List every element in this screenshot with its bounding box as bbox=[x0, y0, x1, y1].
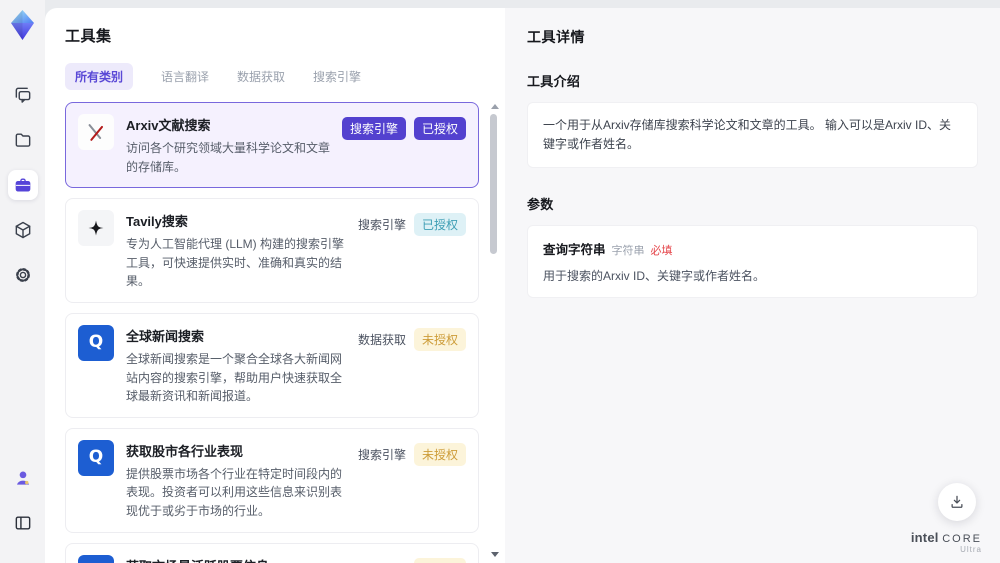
status-badge: 已授权 bbox=[413, 213, 466, 237]
tool-name: 全球新闻搜索 bbox=[126, 328, 205, 344]
param-card: 查询字符串 字符串 必填 用于搜索的Arxiv ID、关键字或作者姓名。 bbox=[527, 225, 978, 299]
tool-body: 获取市场最活跃股票信息 提供当天交易量最高的股票列表。投资者可以利用这些信息来识… bbox=[126, 555, 348, 563]
left-rail bbox=[0, 0, 45, 563]
chat-icon[interactable] bbox=[8, 80, 38, 110]
tool-name: 获取股市各行业表现 bbox=[126, 443, 244, 459]
param-description: 用于搜索的Arxiv ID、关键字或作者姓名。 bbox=[543, 269, 766, 284]
download-icon bbox=[951, 495, 963, 508]
tool-name: Tavily搜索 bbox=[126, 214, 188, 230]
tool-tags: 搜索引擎 已授权 bbox=[357, 210, 466, 237]
core-wordmark: CORE bbox=[942, 532, 982, 545]
tool-body: 全球新闻搜索 全球新闻搜索是一个聚合全球各大新闻网站内容的搜索引擎，帮助用户快速… bbox=[126, 325, 348, 406]
tool-tags: 数据获取 未授权 bbox=[358, 325, 466, 351]
tab-all-categories[interactable]: 所有类别 bbox=[65, 63, 134, 90]
panel-toggle-icon[interactable] bbox=[8, 508, 38, 538]
tool-name: 获取市场最活跃股票信息 bbox=[126, 556, 348, 563]
tab-language-translation[interactable]: 语言翻译 bbox=[161, 68, 209, 85]
intel-wordmark: intel bbox=[910, 529, 939, 545]
tool-tags: 搜索引擎 已授权 bbox=[341, 114, 466, 140]
tool-list: Arxiv文献搜索 访问各个研究领域大量科学论文和文章的存储库。 搜索引擎 已授… bbox=[65, 102, 505, 563]
tool-card-arxiv[interactable]: Arxiv文献搜索 访问各个研究领域大量科学论文和文章的存储库。 搜索引擎 已授… bbox=[65, 102, 479, 189]
intro-card: 一个用于从Arxiv存储库搜索科学论文和文章的工具。 输入可以是Arxiv ID… bbox=[527, 102, 978, 169]
scroll-down-arrow-icon[interactable] bbox=[491, 552, 499, 557]
category-badge: 搜索引擎 bbox=[357, 218, 406, 233]
tool-body: 获取股市各行业表现 提供股票市场各个行业在特定时间段内的表现。投资者可以利用这些… bbox=[126, 440, 348, 521]
tool-card-active-stocks[interactable]: Q 获取市场最活跃股票信息 提供当天交易量最高的股票列表。投资者可以利用这些信息… bbox=[65, 542, 479, 563]
intro-heading: 工具介绍 bbox=[527, 74, 581, 89]
category-tabs: 所有类别 语言翻译 数据获取 搜索引擎 bbox=[65, 63, 505, 90]
download-button[interactable] bbox=[938, 483, 976, 521]
params-heading: 参数 bbox=[527, 197, 554, 213]
tool-description: 访问各个研究领域大量科学论文和文章的存储库。 bbox=[126, 141, 331, 174]
tab-search-engine[interactable]: 搜索引擎 bbox=[313, 68, 361, 85]
category-badge: 搜索引擎 bbox=[358, 558, 406, 563]
arxiv-logo-icon bbox=[78, 114, 114, 150]
tool-description: 专为人工智能代理 (LLM) 构建的搜索引擎工具，可快速提供实时、准确和真实的结… bbox=[126, 237, 345, 289]
tool-tags: 搜索引擎 未授权 bbox=[358, 555, 466, 563]
user-avatar-icon[interactable] bbox=[8, 463, 38, 493]
intel-core-logo: intel CORE Ultra bbox=[910, 529, 982, 555]
tool-card-tavily[interactable]: Tavily搜索 专为人工智能代理 (LLM) 构建的搜索引擎工具，可快速提供实… bbox=[65, 198, 479, 303]
tool-description: 全球新闻搜索是一个聚合全球各大新闻网站内容的搜索引擎，帮助用户快速获取全球最新资… bbox=[126, 351, 343, 404]
tool-description: 提供股票市场各个行业在特定时间段内的表现。投资者可以利用这些信息来识别表现优于或… bbox=[126, 466, 343, 518]
details-panel-title: 工具详情 bbox=[527, 29, 585, 45]
category-badge: 搜索引擎 bbox=[341, 117, 406, 140]
tool-card-global-news[interactable]: Q 全球新闻搜索 全球新闻搜索是一个聚合全球各大新闻网站内容的搜索引擎，帮助用户… bbox=[65, 312, 479, 418]
tab-data-acquisition[interactable]: 数据获取 bbox=[237, 68, 285, 85]
folder-icon[interactable] bbox=[8, 125, 38, 155]
category-badge: 数据获取 bbox=[357, 332, 406, 347]
tool-body: Tavily搜索 专为人工智能代理 (LLM) 构建的搜索引擎工具，可快速提供实… bbox=[126, 210, 348, 291]
param-type: 字符串 bbox=[611, 245, 645, 258]
tools-panel: 工具集 所有类别 语言翻译 数据获取 搜索引擎 Arxiv文献搜索 访问各个研究… bbox=[45, 8, 505, 563]
status-badge: 未授权 bbox=[413, 557, 466, 563]
status-badge: 未授权 bbox=[413, 327, 466, 351]
app-window: 工具集 所有类别 语言翻译 数据获取 搜索引擎 Arxiv文献搜索 访问各个研究… bbox=[0, 0, 1000, 563]
tool-body: Arxiv文献搜索 访问各个研究领域大量科学论文和文章的存储库。 bbox=[126, 114, 332, 176]
ultra-wordmark: Ultra bbox=[960, 545, 982, 555]
package-icon[interactable] bbox=[8, 215, 38, 245]
tavily-star-icon bbox=[78, 210, 114, 247]
category-badge: 搜索引擎 bbox=[357, 447, 406, 462]
tool-card-stock-sectors[interactable]: Q 获取股市各行业表现 提供股票市场各个行业在特定时间段内的表现。投资者可以利用… bbox=[65, 427, 479, 533]
status-badge: 已授权 bbox=[413, 117, 466, 140]
app-logo-icon[interactable] bbox=[9, 10, 36, 40]
tool-name: Arxiv文献搜索 bbox=[126, 118, 211, 133]
main-surface: 工具集 所有类别 语言翻译 数据获取 搜索引擎 Arxiv文献搜索 访问各个研究… bbox=[45, 8, 1000, 563]
blue-q-logo-icon: Q bbox=[78, 439, 114, 476]
scrollbar-thumb[interactable] bbox=[490, 114, 497, 254]
status-badge: 未授权 bbox=[413, 442, 466, 466]
scroll-up-arrow-icon[interactable] bbox=[491, 104, 499, 109]
tool-details-panel: 工具详情 工具介绍 一个用于从Arxiv存储库搜索科学论文和文章的工具。 输入可… bbox=[505, 8, 1000, 563]
tool-tags: 搜索引擎 未授权 bbox=[358, 440, 466, 466]
param-required-flag: 必填 bbox=[650, 245, 673, 258]
tools-panel-title: 工具集 bbox=[65, 28, 112, 45]
list-scrollbar[interactable] bbox=[488, 102, 500, 559]
toolbox-icon[interactable] bbox=[7, 170, 38, 200]
blue-q-logo-icon: Q bbox=[78, 554, 114, 563]
param-name: 查询字符串 bbox=[543, 243, 606, 258]
blue-q-logo-icon: Q bbox=[78, 324, 114, 361]
param-header: 查询字符串 字符串 必填 bbox=[543, 239, 962, 258]
settings-gear-icon[interactable] bbox=[8, 260, 38, 290]
